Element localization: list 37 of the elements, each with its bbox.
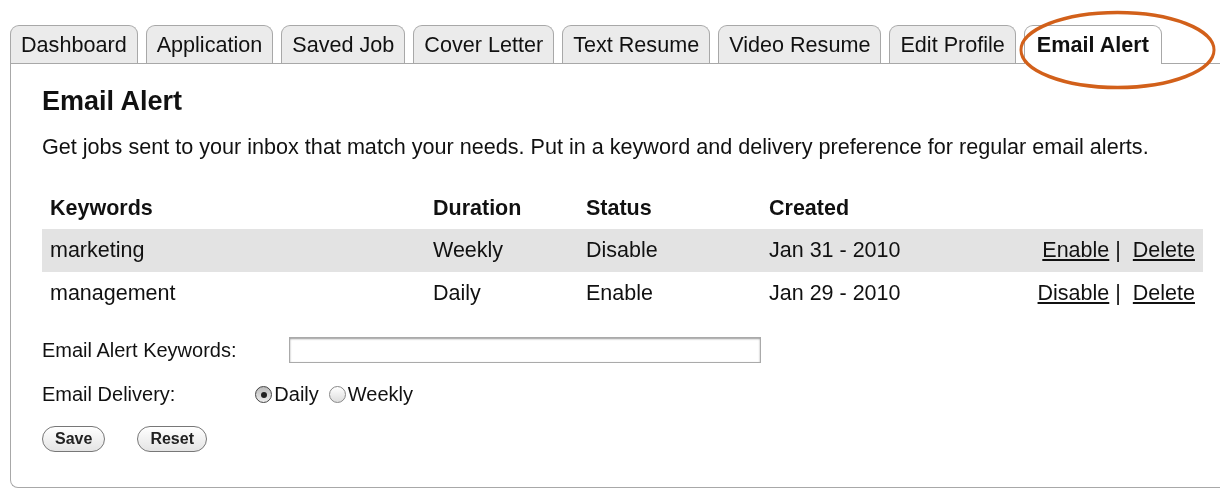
tab[interactable]: Application (145, 25, 274, 63)
page-heading: Email Alert (42, 86, 184, 116)
description-text: Get jobs sent to your inbox that match your needs. Put in a keyword and delivery preference for regular email alerts. (42, 134, 1150, 160)
tab[interactable]: Email Alert (1023, 25, 1162, 64)
tab[interactable]: Saved Job (281, 25, 406, 63)
table-cell: Jan 29 - 2010 (761, 272, 965, 315)
radio-button[interactable]: Daily (255, 383, 319, 406)
column-header: Created (761, 186, 965, 229)
action-link[interactable]: Disable (1037, 281, 1110, 305)
table-cell: Weekly (425, 229, 578, 272)
column-header: Keywords (42, 186, 425, 229)
form-button[interactable]: Reset (137, 426, 207, 452)
column-header: Status (578, 186, 761, 229)
action-link[interactable]: Enable (1042, 238, 1110, 262)
radio-indicator[interactable] (328, 386, 346, 403)
tab[interactable]: Edit Profile (889, 25, 1016, 63)
tab[interactable]: Text Resume (562, 25, 711, 63)
form-button[interactable]: Save (42, 426, 106, 452)
link-separator: | (1115, 281, 1121, 305)
action-link[interactable]: Delete (1132, 281, 1195, 305)
action-link[interactable]: Delete (1132, 238, 1195, 262)
radio-indicator[interactable] (255, 386, 273, 403)
table-cell: Daily (425, 272, 578, 315)
table-cell: Enable (578, 272, 761, 315)
tab[interactable]: Cover Letter (413, 25, 555, 63)
table-cell: management (42, 272, 425, 315)
radio-button[interactable]: Weekly (328, 383, 414, 406)
field-label: Email Delivery: (42, 383, 176, 406)
column-header: Duration (425, 186, 578, 229)
link-separator: | (1115, 238, 1121, 262)
tab[interactable]: Dashboard (10, 25, 138, 63)
table-cell: Jan 31 - 2010 (761, 229, 965, 272)
table-cell: marketing (42, 229, 425, 272)
field-label: Email Alert Keywords: (42, 338, 238, 362)
table-cell: Disable (578, 229, 761, 272)
keywords-input[interactable] (289, 337, 761, 363)
tab[interactable]: Video Resume (718, 25, 882, 63)
